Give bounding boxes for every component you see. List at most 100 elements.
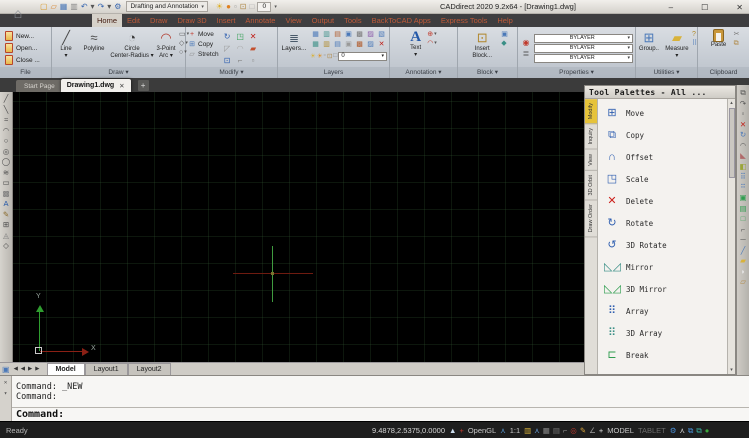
palette-item[interactable]: ◳ Scale xyxy=(604,168,725,190)
palette-item[interactable]: ◺◿ 3D Mirror xyxy=(604,278,725,300)
quick-access-icon[interactable]: ▾ xyxy=(91,3,95,11)
modify-toolbar-icon[interactable]: ─ xyxy=(740,236,745,244)
palette-item[interactable]: ⠿ Array xyxy=(604,300,725,322)
quick-access-icon[interactable]: ▢ xyxy=(40,3,48,11)
modify-toolbar-icon[interactable]: ◗ xyxy=(741,268,746,276)
modify-toolbar-icon[interactable]: ◣ xyxy=(740,152,746,160)
modify-tool-icon[interactable]: ⊡ xyxy=(221,55,234,67)
window-control-button[interactable]: – xyxy=(669,3,673,12)
block-tool-button[interactable]: ▣ xyxy=(501,31,508,38)
modify-toolbar-icon[interactable]: ▫ xyxy=(742,110,745,118)
dimension-tool-button[interactable]: ⊕ ▾ xyxy=(427,31,437,38)
draw-toolbar-icon[interactable]: ▩ xyxy=(2,190,9,198)
ribbon-tab[interactable]: Edit xyxy=(122,14,145,27)
titlebar-layer-value[interactable]: 0 xyxy=(257,2,271,12)
scrollbar-thumb[interactable] xyxy=(729,108,735,178)
group-label-block[interactable]: Block ▾ xyxy=(458,67,517,78)
app-logo-icon[interactable]: ⌂ xyxy=(0,0,36,26)
tab-drawing1[interactable]: Drawing1.dwg ✕ xyxy=(61,79,131,92)
modify-button[interactable]: ▱ Stretch xyxy=(188,50,219,58)
status-toggle-icon[interactable]: ▤ xyxy=(553,426,560,435)
modify-tool-icon[interactable]: ⌐ xyxy=(234,55,247,67)
layer-tool-icon[interactable]: ▨ xyxy=(365,30,376,40)
property-select[interactable]: BYLAYER ▾ xyxy=(534,54,633,63)
status-opengl[interactable]: OpenGL xyxy=(468,426,496,435)
layout-tab[interactable]: Layout1 xyxy=(85,363,128,375)
palette-item[interactable]: ✕ Delete xyxy=(604,190,725,212)
palette-tab[interactable]: Modify xyxy=(585,99,597,124)
status-toggle-icon[interactable]: ⋏ xyxy=(679,426,685,435)
quick-access-icon[interactable]: ▦ xyxy=(60,3,68,11)
status-toggle-icon[interactable]: ⌐ xyxy=(563,426,567,435)
draw-tool-button[interactable]: ╱ Line ▾ xyxy=(54,29,78,67)
draw-toolbar-icon[interactable]: ✎ xyxy=(3,211,9,219)
palette-item[interactable]: ∩ Offset xyxy=(604,146,725,168)
palette-item[interactable]: ↻ Rotate xyxy=(604,212,725,234)
group-label-file[interactable]: File xyxy=(0,67,51,78)
property-icon[interactable]: ≣ xyxy=(520,49,532,58)
ribbon-tab[interactable]: Express Tools xyxy=(436,14,493,27)
ribbon-tab[interactable]: Help xyxy=(492,14,517,27)
insert-block-button[interactable]: ⊡ Insert Block... xyxy=(467,29,497,67)
layer-tool-icon[interactable]: ▦ xyxy=(310,30,321,40)
layer-tool-icon[interactable]: ▧ xyxy=(376,30,387,40)
utility-button[interactable]: ▰ Measure ▾ xyxy=(664,29,690,67)
layout-nav-button[interactable]: ▶ xyxy=(35,366,39,372)
layer-tool-icon[interactable]: ▣ xyxy=(343,40,354,50)
status-toggle-icon[interactable]: ⋏ xyxy=(500,426,506,435)
modify-toolbar-icon[interactable]: ⠛ xyxy=(740,184,746,192)
ribbon-tab[interactable]: Draw xyxy=(145,14,173,27)
layout-tab[interactable]: Layout2 xyxy=(128,363,171,375)
palette-item[interactable]: ◺◿ Mirror xyxy=(604,256,725,278)
palette-tab[interactable]: View xyxy=(585,150,597,171)
modify-toolbar-icon[interactable]: □ xyxy=(741,215,746,223)
modify-toolbar-icon[interactable]: ⠿ xyxy=(740,173,746,181)
status-toggle-icon[interactable]: ⧉ xyxy=(696,426,701,436)
layer-state-icon[interactable]: □ xyxy=(249,3,254,11)
palette-item[interactable]: ⠿ 3D Array xyxy=(604,322,725,344)
draw-toolbar-icon[interactable]: ◯ xyxy=(2,158,10,166)
property-select[interactable]: BYLAYER ▾ xyxy=(534,34,633,43)
utility-button[interactable]: ⊞ Group.. xyxy=(636,29,662,67)
quick-access-icon[interactable]: ↷ xyxy=(98,3,105,11)
layer-state-icon[interactable]: ● xyxy=(226,3,231,11)
scroll-up-icon[interactable]: ▴ xyxy=(730,100,733,106)
layer-state-icon[interactable]: ⊡ xyxy=(240,3,247,11)
draw-toolbar-icon[interactable]: ⊞ xyxy=(3,221,9,229)
modify-toolbar-icon[interactable]: ▰ xyxy=(740,257,746,265)
modify-toolbar-icon[interactable]: ↻ xyxy=(740,131,746,139)
palette-tab[interactable]: Draw Order xyxy=(585,200,597,237)
property-icon[interactable]: ◉ xyxy=(520,38,532,47)
modify-button[interactable]: ⊞ Copy xyxy=(188,40,219,48)
modify-toolbar-icon[interactable]: ◧ xyxy=(739,163,746,171)
file-button[interactable]: Open... xyxy=(5,43,46,53)
quick-access-icon[interactable]: ▾ xyxy=(107,3,111,11)
paste-button[interactable]: Paste xyxy=(708,29,730,67)
modify-toolbar-icon[interactable]: ╱ xyxy=(741,247,746,255)
palette-item[interactable]: ⊞ Move xyxy=(604,102,725,124)
layer-select[interactable]: 0 ▾ xyxy=(338,52,387,61)
palette-tab[interactable]: 3D Orbit xyxy=(585,171,597,200)
modify-toolbar-icon[interactable]: ↷ xyxy=(740,100,746,108)
modify-tool-icon[interactable]: ▫ xyxy=(247,55,260,67)
utility-tool-icon[interactable]: ? xyxy=(692,31,697,38)
palette-item[interactable]: ⧉ Copy xyxy=(604,124,725,146)
ribbon-tab[interactable]: Output xyxy=(307,14,340,27)
status-toggle-icon[interactable]: ● xyxy=(705,426,710,435)
draw-toolbar-icon[interactable]: ◠ xyxy=(3,127,10,135)
status-toggle-icon[interactable]: ▦ xyxy=(543,426,550,435)
clipboard-tool-icon[interactable]: ✂ xyxy=(734,31,740,38)
quick-access-icon[interactable]: ▥ xyxy=(70,3,78,11)
draw-toolbar-icon[interactable]: ≋ xyxy=(3,169,9,177)
modify-tool-icon[interactable]: ✕ xyxy=(247,31,260,43)
window-control-button[interactable]: ☐ xyxy=(701,3,708,12)
palette-item[interactable]: ⊏ Break xyxy=(604,344,725,366)
draw-toolbar-icon[interactable]: A xyxy=(3,200,8,208)
status-scale[interactable]: 1:1 xyxy=(510,426,520,435)
status-toggle-icon[interactable]: ⧉ xyxy=(688,426,693,436)
ribbon-tab[interactable]: Home xyxy=(92,14,122,27)
modify-tool-icon[interactable]: ▰ xyxy=(247,43,260,55)
modify-toolbar-icon[interactable]: ◠ xyxy=(740,142,747,150)
layer-tool-icon[interactable]: ▨ xyxy=(365,40,376,50)
window-control-button[interactable]: ✕ xyxy=(736,3,743,12)
